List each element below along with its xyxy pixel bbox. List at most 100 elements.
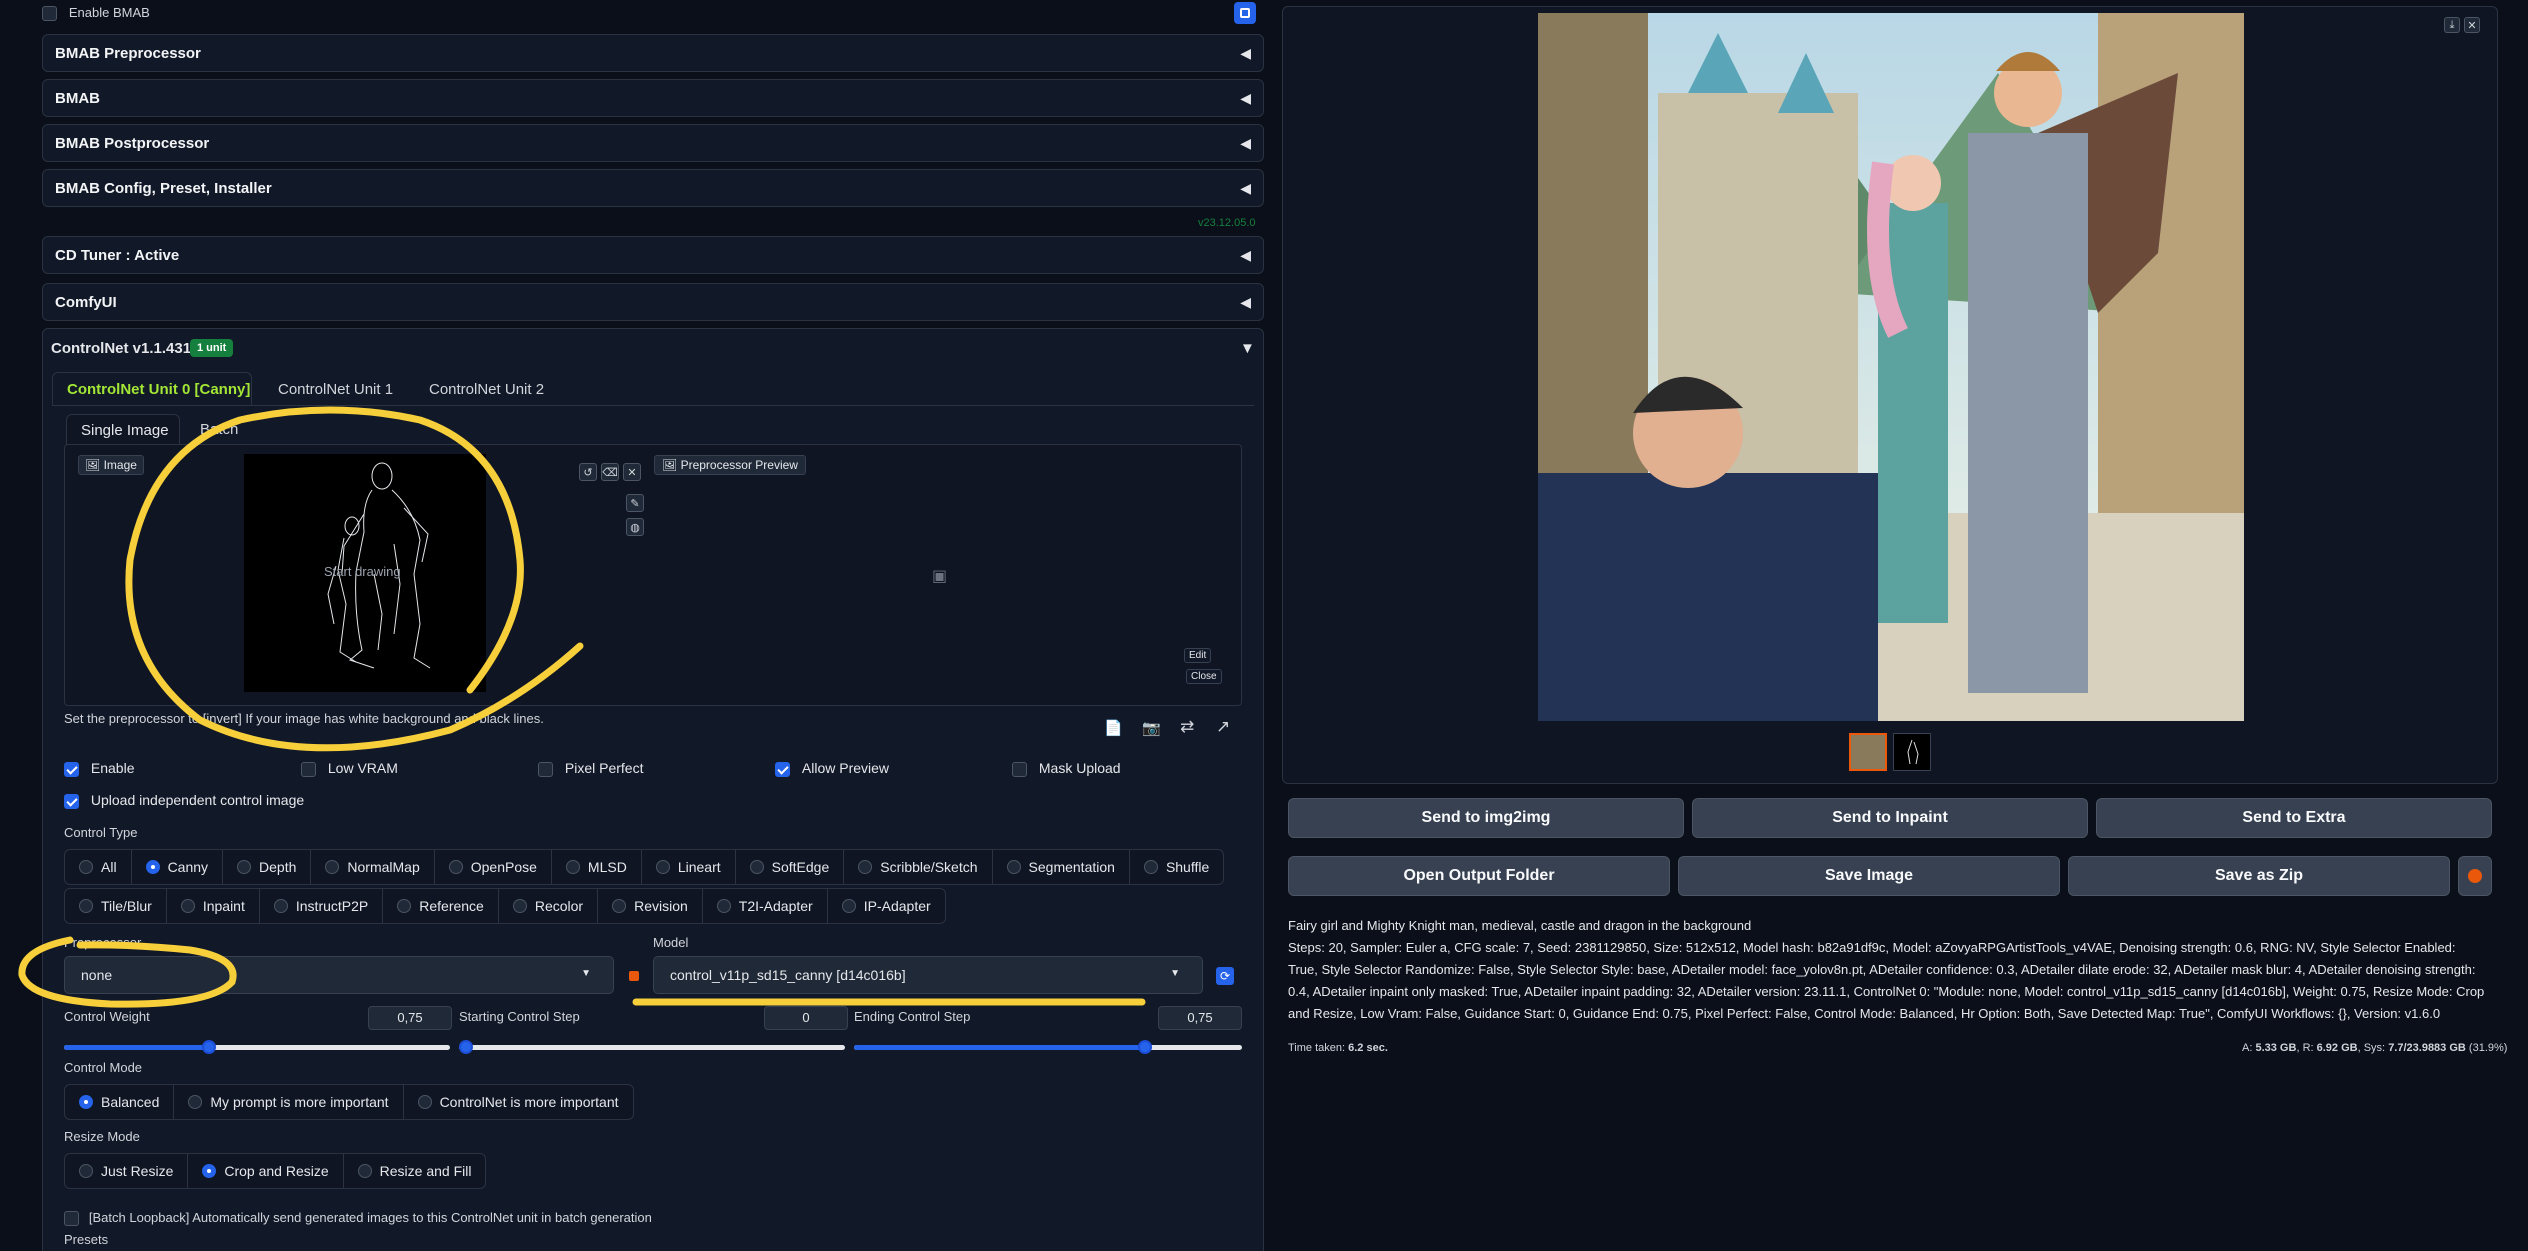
accordion-bmab-preprocessor[interactable]: BMAB Preprocessor ◀ bbox=[42, 34, 1264, 72]
mem-a-label: A: bbox=[2242, 1042, 2253, 1054]
image-placeholder-icon: ▣ bbox=[932, 568, 948, 585]
control-type-lineart[interactable]: Lineart bbox=[642, 850, 736, 884]
close-icon[interactable]: ✕ bbox=[623, 463, 641, 481]
control-type-segmentation[interactable]: Segmentation bbox=[993, 850, 1130, 884]
control-mode-group: Balanced My prompt is more important Con… bbox=[64, 1084, 634, 1120]
control-type-inpaint[interactable]: Inpaint bbox=[167, 889, 260, 923]
image-upload-area[interactable] bbox=[64, 444, 1242, 706]
model-dropdown[interactable]: control_v11p_sd15_canny [d14c016b] ▼ bbox=[653, 956, 1203, 994]
clear-icon[interactable]: ⌫ bbox=[601, 463, 619, 481]
low-vram-row[interactable]: Low VRAM bbox=[301, 760, 398, 777]
send-to-img2img-button[interactable]: Send to img2img bbox=[1288, 798, 1684, 838]
control-type-ip-adapter[interactable]: IP-Adapter bbox=[828, 889, 945, 923]
preprocessor-dropdown[interactable]: none ▼ bbox=[64, 956, 614, 994]
generated-image[interactable] bbox=[1538, 13, 2244, 721]
swap-icon[interactable]: ⇄ bbox=[1180, 717, 1194, 737]
slider-thumb[interactable] bbox=[1138, 1040, 1152, 1054]
tab-unit-1[interactable]: ControlNet Unit 1 bbox=[278, 381, 393, 398]
control-type-instructp2p[interactable]: InstructP2P bbox=[260, 889, 384, 923]
accordion-cd-tuner[interactable]: CD Tuner : Active ◀ bbox=[42, 236, 1264, 274]
control-mode-controlnet[interactable]: ControlNet is more important bbox=[404, 1085, 633, 1119]
slider-thumb[interactable] bbox=[201, 1040, 216, 1054]
ending-step-input[interactable]: 0,75 bbox=[1158, 1006, 1242, 1030]
tab-unit-2[interactable]: ControlNet Unit 2 bbox=[429, 381, 544, 398]
run-preprocessor-icon[interactable] bbox=[629, 971, 639, 981]
control-type-openpose[interactable]: OpenPose bbox=[435, 850, 552, 884]
control-type-tile[interactable]: Tile/Blur bbox=[65, 889, 167, 923]
control-weight-input[interactable]: 0,75 bbox=[368, 1006, 452, 1030]
bmab-toggle-icon[interactable] bbox=[1234, 2, 1256, 24]
resize-mode-fill[interactable]: Resize and Fill bbox=[344, 1154, 486, 1188]
extra-action-icon[interactable] bbox=[2458, 856, 2492, 896]
open-output-folder-button[interactable]: Open Output Folder bbox=[1288, 856, 1670, 896]
controlnet-title[interactable]: ControlNet v1.1.431 bbox=[51, 340, 191, 357]
close-button[interactable]: Close bbox=[1186, 669, 1222, 684]
send-to-extra-button[interactable]: Send to Extra bbox=[2096, 798, 2492, 838]
palette-icon[interactable]: ◍ bbox=[626, 518, 644, 536]
control-type-depth[interactable]: Depth bbox=[223, 850, 312, 884]
batch-loopback-row[interactable]: [Batch Loopback] Automatically send gene… bbox=[64, 1209, 652, 1226]
control-type-recolor[interactable]: Recolor bbox=[499, 889, 599, 923]
pixel-perfect-row[interactable]: Pixel Perfect bbox=[538, 760, 643, 777]
control-mode-prompt[interactable]: My prompt is more important bbox=[174, 1085, 404, 1119]
camera-icon[interactable]: 📷 bbox=[1142, 719, 1161, 737]
expand-arrow-icon[interactable]: ▼ bbox=[1240, 340, 1255, 357]
download-icon[interactable]: ⤓ bbox=[2444, 17, 2460, 33]
tab-unit-0[interactable]: ControlNet Unit 0 [Canny] bbox=[52, 372, 252, 406]
mask-upload-checkbox[interactable] bbox=[1012, 761, 1027, 777]
image-label-text: Image bbox=[103, 458, 137, 472]
control-type-mlsd[interactable]: MLSD bbox=[552, 850, 642, 884]
save-as-zip-button[interactable]: Save as Zip bbox=[2068, 856, 2450, 896]
upload-independent-row[interactable]: Upload independent control image bbox=[64, 792, 304, 809]
slider-thumb[interactable] bbox=[459, 1040, 473, 1054]
allow-preview-row[interactable]: Allow Preview bbox=[775, 760, 889, 777]
tab-single-image[interactable]: Single Image bbox=[66, 414, 180, 446]
resize-mode-group: Just Resize Crop and Resize Resize and F… bbox=[64, 1153, 487, 1189]
control-type-reference[interactable]: Reference bbox=[383, 889, 499, 923]
control-type-canny[interactable]: Canny bbox=[132, 850, 224, 884]
canny-canvas[interactable]: Start drawing bbox=[244, 454, 486, 692]
control-weight-slider[interactable] bbox=[64, 1040, 450, 1054]
pixel-perfect-checkbox[interactable] bbox=[538, 761, 553, 777]
edit-button[interactable]: Edit bbox=[1184, 648, 1212, 663]
resize-mode-crop[interactable]: Crop and Resize bbox=[188, 1154, 344, 1188]
tab-batch[interactable]: Batch bbox=[200, 421, 238, 438]
accordion-comfyui[interactable]: ComfyUI ◀ bbox=[42, 283, 1264, 321]
accordion-bmab-postprocessor[interactable]: BMAB Postprocessor ◀ bbox=[42, 124, 1264, 162]
batch-loopback-checkbox[interactable] bbox=[64, 1210, 79, 1226]
control-type-scribble[interactable]: Scribble/Sketch bbox=[844, 850, 993, 884]
model-value: control_v11p_sd15_canny [d14c016b] bbox=[670, 967, 906, 983]
ending-step-slider[interactable] bbox=[854, 1040, 1242, 1054]
allow-preview-checkbox[interactable] bbox=[775, 761, 790, 777]
accordion-bmab-config[interactable]: BMAB Config, Preset, Installer ◀ bbox=[42, 169, 1264, 207]
low-vram-checkbox[interactable] bbox=[301, 761, 316, 777]
control-mode-balanced[interactable]: Balanced bbox=[65, 1085, 175, 1119]
brush-icon[interactable]: ✎ bbox=[626, 494, 644, 512]
starting-step-input[interactable]: 0 bbox=[764, 1006, 848, 1030]
close-icon[interactable]: ✕ bbox=[2464, 17, 2480, 33]
control-type-normalmap[interactable]: NormalMap bbox=[311, 850, 435, 884]
control-type-softedge[interactable]: SoftEdge bbox=[736, 850, 845, 884]
refresh-models-icon[interactable]: ⟳ bbox=[1216, 967, 1234, 985]
document-icon[interactable]: 📄 bbox=[1104, 719, 1123, 737]
control-type-revision[interactable]: Revision bbox=[598, 889, 703, 923]
thumbnail-canny-map[interactable] bbox=[1893, 733, 1931, 771]
starting-step-slider[interactable] bbox=[459, 1040, 845, 1054]
mask-upload-row[interactable]: Mask Upload bbox=[1012, 760, 1121, 777]
enable-bmab-row[interactable]: Enable BMAB bbox=[42, 4, 150, 21]
thumbnail-generated[interactable] bbox=[1849, 733, 1887, 771]
control-type-all[interactable]: All bbox=[65, 850, 132, 884]
undo-icon[interactable]: ↺ bbox=[579, 463, 597, 481]
control-type-shuffle[interactable]: Shuffle bbox=[1130, 850, 1223, 884]
control-type-t2i-adapter[interactable]: T2I-Adapter bbox=[703, 889, 828, 923]
mem-a: 5.33 GB bbox=[2255, 1042, 2297, 1054]
save-image-button[interactable]: Save Image bbox=[1678, 856, 2060, 896]
enable-checkbox[interactable] bbox=[64, 761, 79, 777]
upload-independent-checkbox[interactable] bbox=[64, 793, 79, 809]
send-to-inpaint-button[interactable]: Send to Inpaint bbox=[1692, 798, 2088, 838]
enable-bmab-checkbox[interactable] bbox=[42, 5, 57, 21]
enable-checkbox-row[interactable]: Enable bbox=[64, 760, 134, 777]
send-dimensions-icon[interactable]: ↗ bbox=[1216, 717, 1230, 737]
resize-mode-just-resize[interactable]: Just Resize bbox=[65, 1154, 189, 1188]
accordion-bmab[interactable]: BMAB ◀ bbox=[42, 79, 1264, 117]
